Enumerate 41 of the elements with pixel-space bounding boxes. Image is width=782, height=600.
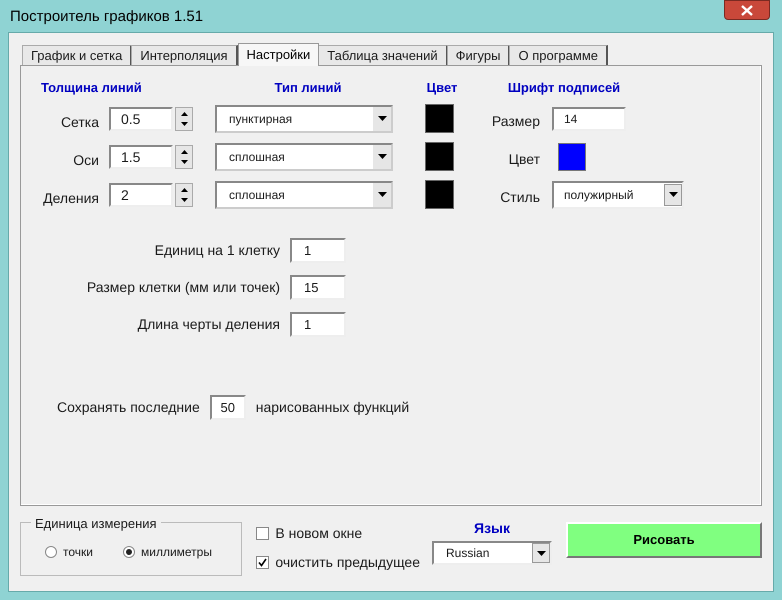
column-header: Цвет bbox=[426, 79, 458, 97]
number-field[interactable]: 15 bbox=[290, 274, 346, 300]
window-title: Построитель графиков 1.51 bbox=[9, 7, 204, 27]
line-type-dropdown[interactable]: сплошная bbox=[215, 142, 393, 170]
font-setting-label: Цвет bbox=[508, 150, 540, 169]
radio-label: точки bbox=[63, 544, 93, 561]
line-width-field[interactable]: 0.5 bbox=[109, 106, 173, 130]
line-width-field[interactable]: 1.5 bbox=[109, 144, 173, 168]
row-label: Сетка bbox=[60, 113, 99, 132]
row-label: Оси bbox=[72, 151, 99, 170]
font-setting-label: Размер bbox=[490, 112, 540, 131]
tab[interactable]: Таблица значений bbox=[318, 45, 448, 65]
tab[interactable]: График и сетка bbox=[22, 45, 132, 65]
tab[interactable]: Интерполяция bbox=[131, 45, 238, 65]
checkbox-label: В новом окне bbox=[275, 524, 362, 543]
font-setting-label: Стиль bbox=[499, 188, 540, 207]
line-width-field[interactable]: 2 bbox=[109, 182, 173, 206]
draw-button[interactable]: Рисовать bbox=[566, 522, 762, 558]
field-label: Длина черты деления bbox=[136, 314, 280, 334]
language-label: Язык bbox=[474, 519, 510, 538]
column-header: Толщина линий bbox=[40, 79, 143, 97]
language-dropdown[interactable]: Russian bbox=[432, 541, 552, 565]
line-type-dropdown[interactable]: сплошная bbox=[215, 180, 393, 208]
checkbox-label: очистить предыдущее bbox=[275, 553, 420, 572]
field-label: Единиц на 1 клетку bbox=[154, 240, 280, 260]
line-type-dropdown[interactable]: пунктирная bbox=[215, 104, 393, 132]
font-size-field[interactable]: 14 bbox=[552, 106, 626, 130]
number-field[interactable]: 50 bbox=[210, 394, 246, 420]
history-label: Сохранять последние bbox=[57, 398, 200, 417]
field-label: Размер клетки (мм или точек) bbox=[86, 278, 280, 297]
tab[interactable]: Настройки bbox=[238, 43, 320, 66]
row-label: Деления bbox=[42, 189, 99, 208]
number-field[interactable]: 1 bbox=[290, 312, 346, 336]
history-label: нарисованных функций bbox=[256, 398, 410, 417]
tab[interactable]: О программе bbox=[509, 45, 608, 65]
column-header: Тип линий bbox=[274, 79, 342, 97]
tab[interactable]: Фигуры bbox=[446, 45, 510, 65]
font-style-dropdown[interactable]: полужирный bbox=[552, 180, 684, 208]
radio-label: миллиметры bbox=[140, 544, 212, 561]
column-header: Шрифт подписей bbox=[506, 79, 622, 97]
number-field[interactable]: 1 bbox=[290, 238, 346, 262]
